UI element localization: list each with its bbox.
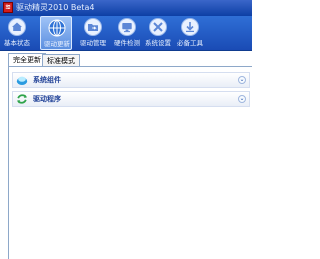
tab-label: 标准模式	[47, 57, 75, 65]
group-system-components[interactable]: 系统组件 ⌄	[12, 72, 250, 88]
folder-icon	[84, 18, 102, 36]
toolbar-item-driver-manage[interactable]: 驱动管理	[77, 16, 109, 50]
toolbar-item-driver-update[interactable]: 驱动更新	[40, 16, 72, 50]
chevron-down-icon[interactable]: ⌄	[238, 95, 246, 103]
component-icon	[16, 76, 28, 85]
tools-icon	[149, 18, 167, 36]
tab-content-panel: 系统组件 ⌄ 驱动程序 ⌄	[8, 66, 252, 259]
group-label: 驱动程序	[33, 95, 61, 103]
toolbar-item-basic-status[interactable]: 基本状态	[1, 16, 33, 50]
title-bar[interactable]: ≋ 驱动精灵2010 Beta4	[0, 0, 252, 16]
tab-label: 完全更新	[13, 56, 41, 64]
globe-icon	[48, 19, 66, 37]
group-label: 系统组件	[33, 76, 61, 84]
window-title: 驱动精灵2010 Beta4	[16, 3, 95, 12]
refresh-icon	[17, 94, 27, 104]
tab-standard-mode[interactable]: 标准模式	[42, 54, 80, 66]
monitor-icon	[118, 18, 136, 36]
toolbar-label: 驱动更新	[44, 40, 70, 48]
app-logo-icon: ≋	[3, 2, 13, 13]
chevron-down-icon[interactable]: ⌄	[238, 76, 246, 84]
toolbar-item-essential-tools[interactable]: 必备工具	[174, 16, 206, 50]
group-drivers[interactable]: 驱动程序 ⌄	[12, 91, 250, 107]
tab-strip: 完全更新 标准模式	[8, 52, 252, 66]
app-window: ≋ 驱动精灵2010 Beta4 基本状态 驱动更新 驱动管理 硬件检测 系统设…	[0, 0, 252, 259]
toolbar-label: 基本状态	[4, 39, 30, 47]
toolbar-label: 必备工具	[177, 39, 203, 47]
main-toolbar: 基本状态 驱动更新 驱动管理 硬件检测 系统设置 必备工具	[0, 16, 252, 51]
download-icon	[181, 18, 199, 36]
home-icon	[8, 18, 26, 36]
tab-full-update[interactable]: 完全更新	[8, 53, 46, 66]
